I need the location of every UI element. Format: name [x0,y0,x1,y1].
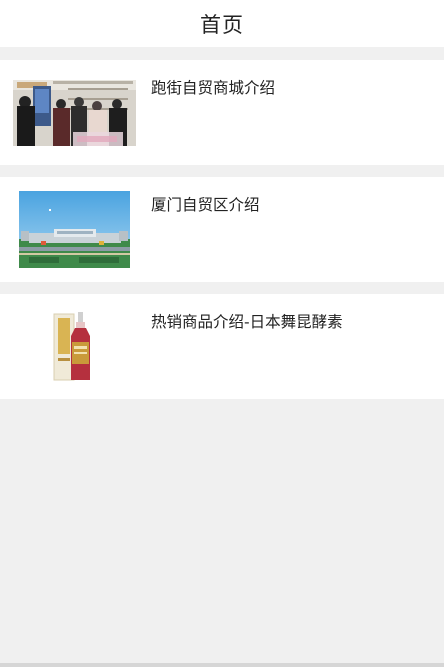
list-item-hot-product-intro[interactable]: 热销商品介绍-日本舞昆酵素 [0,294,444,399]
list-item-title: 跑街自贸商城介绍 [151,79,276,97]
list-item-title: 热销商品介绍-日本舞昆酵素 [151,313,343,331]
list-item-store-intro[interactable]: 跑街自贸商城介绍 [0,60,444,165]
store-photo-thumbnail [13,80,136,146]
enzyme-bottle-thumbnail [48,308,104,384]
free-trade-zone-image [19,191,130,268]
app-root: 首页 跑街自贸商城介绍 厦门自贸区介绍 热销商品介绍-日本舞昆酵素 [0,0,444,667]
free-trade-zone-thumbnail [19,191,130,268]
bottom-divider [0,663,444,667]
page-title: 首页 [200,12,244,37]
list-item-title: 厦门自贸区介绍 [151,196,260,214]
store-photo-image [13,80,136,146]
top-header: 首页 [0,0,444,47]
article-list: 跑街自贸商城介绍 厦门自贸区介绍 热销商品介绍-日本舞昆酵素 [0,60,444,411]
list-item-free-trade-zone-intro[interactable]: 厦门自贸区介绍 [0,177,444,282]
enzyme-bottle-image [48,308,104,384]
